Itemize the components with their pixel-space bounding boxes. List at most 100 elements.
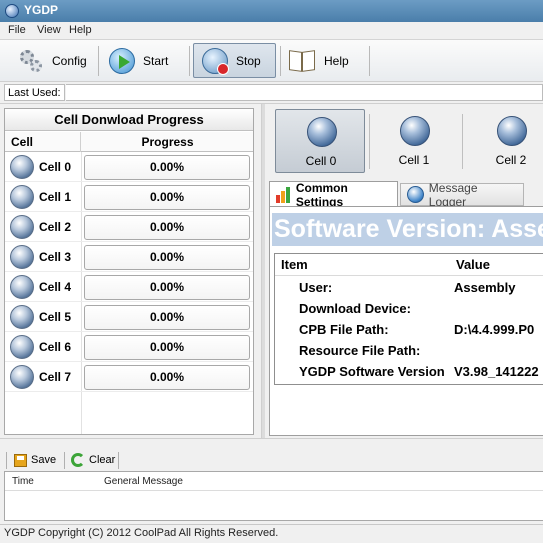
help-button[interactable]: Help bbox=[280, 43, 357, 78]
window-title: YGDP bbox=[24, 3, 59, 17]
cell-2-button[interactable]: Cell 2 bbox=[466, 109, 543, 173]
cell-name: Cell 4 bbox=[39, 280, 72, 294]
stop-button[interactable]: Stop bbox=[193, 43, 276, 78]
progress-value: 0.00% bbox=[84, 275, 250, 300]
setting-item: Resource File Path: bbox=[299, 343, 421, 358]
start-label: Start bbox=[143, 53, 169, 68]
banner-text: Software Version: Assembly bbox=[274, 215, 543, 243]
message-log[interactable]: Time General Message bbox=[4, 471, 543, 521]
setting-item: User: bbox=[299, 280, 333, 295]
config-label: Config bbox=[52, 53, 87, 68]
col-time-header[interactable]: Time bbox=[12, 476, 34, 487]
last-used-bar: Last Used: bbox=[0, 82, 543, 104]
last-used-field[interactable] bbox=[66, 84, 543, 101]
log-panel: Save Clear Time General Message bbox=[0, 438, 543, 524]
setting-value: V3.98_141222 bbox=[454, 364, 539, 379]
menu-bar: File View Help bbox=[0, 22, 543, 40]
table-row[interactable]: Cell 2 0.00% bbox=[5, 212, 253, 242]
cell-1-button[interactable]: Cell 1 bbox=[369, 109, 459, 173]
globe-logger-icon bbox=[407, 186, 424, 203]
setting-item: CPB File Path: bbox=[299, 322, 389, 337]
main-toolbar: Config Start Stop Help bbox=[0, 40, 543, 82]
start-button[interactable]: Start bbox=[101, 43, 176, 78]
progress-value: 0.00% bbox=[84, 155, 250, 180]
table-row[interactable]: Cell 3 0.00% bbox=[5, 242, 253, 272]
settings-table: Item Value User: Assembly Download Devic… bbox=[274, 253, 543, 385]
tab-label: Message Logger bbox=[428, 180, 478, 209]
col-message-header[interactable]: General Message bbox=[104, 476, 183, 487]
tab-label: Common Settings bbox=[295, 180, 348, 209]
log-toolbar-divider bbox=[6, 452, 7, 469]
col-progress-header[interactable]: Progress bbox=[82, 132, 253, 152]
progress-value: 0.00% bbox=[84, 365, 250, 390]
cell-name: Cell 3 bbox=[39, 250, 72, 264]
grid-header: Cell Progress bbox=[5, 132, 253, 152]
progress-value: 0.00% bbox=[84, 335, 250, 360]
cell-globe-icon bbox=[10, 245, 34, 269]
progress-value: 0.00% bbox=[84, 305, 250, 330]
status-bar: YGDP Copyright (C) 2012 CoolPad All Righ… bbox=[0, 524, 543, 543]
download-progress-panel: Cell Donwload Progress Cell Progress Cel… bbox=[0, 104, 262, 438]
grid-title: Cell Donwload Progress bbox=[5, 109, 253, 131]
cell-detail-panel: Cell 0 Cell 1 Cell 2 Common Settings Mes… bbox=[265, 104, 543, 438]
cell-globe-icon bbox=[10, 215, 34, 239]
setting-value: Assembly bbox=[454, 280, 516, 295]
book-icon bbox=[288, 49, 316, 73]
progress-value: 0.00% bbox=[84, 245, 250, 270]
globe-icon bbox=[400, 116, 430, 146]
cell-globe-icon bbox=[10, 365, 34, 389]
cell-name: Cell 1 bbox=[39, 190, 72, 204]
title-bar: YGDP bbox=[0, 0, 543, 22]
menu-help[interactable]: Help bbox=[69, 24, 92, 36]
setting-item: Download Device: bbox=[299, 301, 411, 316]
tab-message-logger[interactable]: Message Logger bbox=[400, 180, 524, 209]
cell-globe-icon bbox=[10, 275, 34, 299]
log-toolbar-divider bbox=[64, 452, 65, 469]
table-row[interactable]: Cell 7 0.00% bbox=[5, 362, 253, 392]
log-toolbar: Save Clear bbox=[4, 449, 540, 471]
setting-item: YGDP Software Version bbox=[299, 364, 445, 379]
col-value-header[interactable]: Value bbox=[456, 254, 490, 275]
globe-icon bbox=[307, 117, 337, 147]
menu-view[interactable]: View bbox=[37, 24, 61, 36]
col-item-header[interactable]: Item bbox=[281, 254, 308, 275]
col-cell-header[interactable]: Cell bbox=[5, 132, 81, 152]
toolbar-divider bbox=[189, 46, 190, 76]
table-row[interactable]: Cell 4 0.00% bbox=[5, 272, 253, 302]
table-row[interactable]: Cell 0 0.00% bbox=[5, 152, 253, 182]
cell-name: Cell 6 bbox=[39, 340, 72, 354]
menu-file[interactable]: File bbox=[8, 24, 26, 36]
table-row[interactable]: Cell 6 0.00% bbox=[5, 332, 253, 362]
settings-tabs: Common Settings Message Logger bbox=[269, 180, 543, 209]
cell-button-label: Cell 1 bbox=[398, 153, 430, 167]
copyright-text: YGDP Copyright (C) 2012 CoolPad All Righ… bbox=[4, 527, 279, 539]
progress-value: 0.00% bbox=[84, 215, 250, 240]
save-button[interactable]: Save bbox=[14, 449, 56, 471]
toolbar-divider bbox=[98, 46, 99, 76]
stop-label: Stop bbox=[236, 53, 261, 68]
clear-icon bbox=[71, 453, 85, 467]
tab-common-settings[interactable]: Common Settings bbox=[269, 180, 398, 209]
save-icon bbox=[14, 453, 27, 467]
table-row[interactable]: Cell 5 0.00% bbox=[5, 302, 253, 332]
cell-name: Cell 7 bbox=[39, 370, 72, 384]
log-header-divider bbox=[5, 490, 543, 491]
setting-value: D:\4.4.999.P0 bbox=[454, 322, 535, 337]
progress-grid: Cell Donwload Progress Cell Progress Cel… bbox=[4, 108, 254, 435]
cell-name: Cell 2 bbox=[39, 220, 72, 234]
cell-name: Cell 0 bbox=[39, 160, 72, 174]
bar-chart-icon bbox=[276, 186, 291, 203]
app-globe-icon bbox=[5, 4, 19, 18]
help-label: Help bbox=[324, 53, 349, 68]
gear-icon bbox=[18, 48, 44, 74]
cell-0-button[interactable]: Cell 0 bbox=[275, 109, 365, 173]
progress-value: 0.00% bbox=[84, 185, 250, 210]
start-play-icon bbox=[109, 47, 135, 74]
config-button[interactable]: Config bbox=[10, 43, 95, 78]
software-version-banner: Software Version: Assembly bbox=[272, 213, 543, 246]
table-row[interactable]: Cell 1 0.00% bbox=[5, 182, 253, 212]
toolbar-divider bbox=[369, 46, 370, 76]
cell-globe-icon bbox=[10, 155, 34, 179]
cell-globe-icon bbox=[10, 335, 34, 359]
clear-button[interactable]: Clear bbox=[71, 449, 115, 471]
